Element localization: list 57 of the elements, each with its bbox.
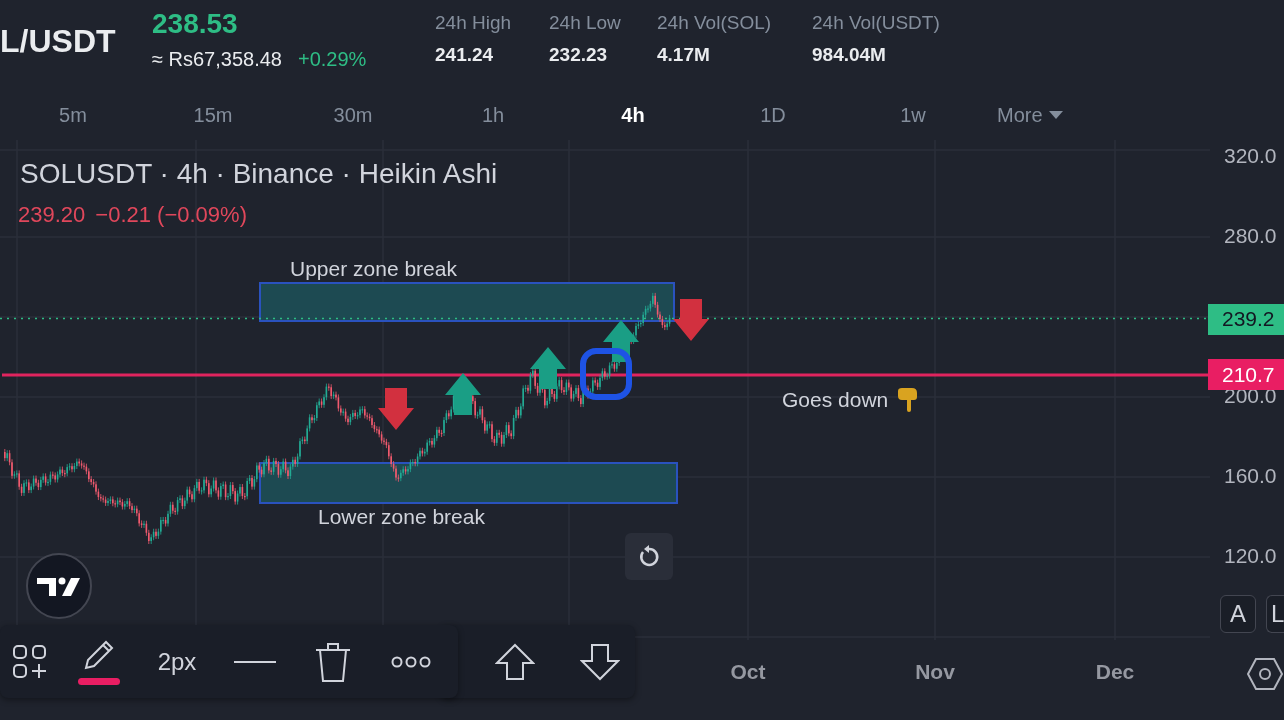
last-price-tag: 239.2 [1208, 303, 1284, 335]
timeframe-tab[interactable]: 5m [3, 103, 143, 127]
up-arrow [445, 373, 481, 415]
timeframe-tab[interactable]: 30m [283, 103, 423, 127]
stat-label: 24h Vol(USDT) [812, 12, 941, 34]
timeframe-tab[interactable]: 15m [143, 103, 283, 127]
up-arrow-icon [495, 642, 536, 681]
stat-label: 24h Vol(SOL) [657, 12, 773, 34]
scale-button[interactable]: A [1220, 595, 1256, 633]
down-arrow-icon [579, 642, 620, 681]
more-dropdown[interactable]: More [997, 103, 1063, 127]
price-axis-label: 120.0 [1224, 544, 1277, 568]
more-icon [391, 655, 431, 668]
annotation-text: Goes down [782, 388, 889, 412]
grid-plus-icon [13, 644, 47, 679]
zone-label: Upper zone break [290, 257, 457, 281]
line-price-tag: 210.7 [1208, 359, 1284, 390]
reset-icon [637, 544, 661, 569]
up-arrow [603, 320, 639, 362]
timeframe-tab[interactable]: 1h [423, 103, 563, 127]
price-axis-label: 280.0 [1224, 224, 1277, 248]
chart-logo-icon [25, 552, 93, 620]
up-arrow [530, 347, 566, 389]
stat-value: 241.24 [435, 44, 495, 66]
trash-icon [315, 640, 351, 683]
price-change: +0.29% [297, 48, 367, 71]
stat-value: 4.17M [657, 44, 711, 66]
price-axis-label: 320.0 [1224, 144, 1277, 168]
settings-icon[interactable] [1247, 656, 1283, 692]
scale-button[interactable]: L [1266, 595, 1284, 633]
zone-label: Lower zone break [318, 505, 485, 529]
legend-change: −0.21 (−0.09%) [95, 202, 247, 228]
reset-button[interactable] [625, 533, 673, 580]
stat-value: 232.23 [549, 44, 609, 66]
down-arrow [673, 299, 709, 341]
stat-value: 984.04M [812, 44, 887, 66]
color-swatch [78, 678, 120, 685]
line-icon [234, 659, 276, 664]
time-axis-label: Oct [730, 660, 766, 684]
stat-label: 24h Low [549, 12, 622, 34]
timeframe-tab[interactable]: 1D [703, 103, 843, 127]
chart-legend-title: SOLUSDT · 4h · Binance · Heikin Ashi [20, 158, 498, 190]
pencil-icon [82, 638, 116, 672]
legend-price: 239.20 [18, 202, 86, 228]
time-axis-label: Dec [1095, 660, 1135, 684]
highlight-square [580, 348, 632, 400]
fiat-price: ≈ Rs67,358.48 [152, 48, 282, 71]
time-axis-label: Nov [915, 660, 955, 684]
stat-label: 24h High [435, 12, 513, 34]
caret-icon [1048, 110, 1063, 120]
line-width-button[interactable]: 2px [138, 631, 216, 692]
last-price: 238.53 [152, 8, 239, 40]
timeframe-tab[interactable]: 1w [843, 103, 983, 127]
timeframe-tab[interactable]: 4h [563, 103, 703, 127]
down-arrow [378, 388, 414, 430]
price-axis-label: 160.0 [1224, 464, 1277, 488]
pair-symbol: L/USDT [0, 23, 117, 60]
